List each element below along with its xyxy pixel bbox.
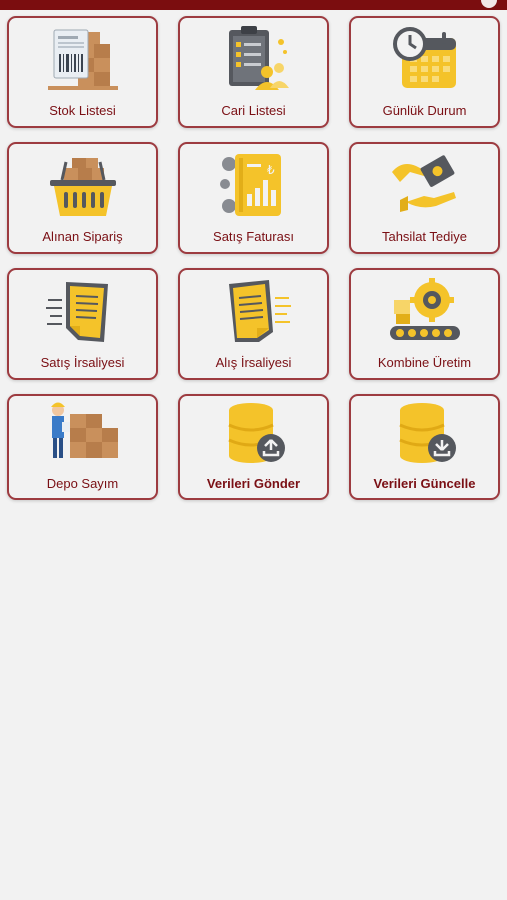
warehouse-worker-icon bbox=[50, 402, 118, 458]
menu-tile-alis-irsaliyesi[interactable]: Alış İrsaliyesi bbox=[178, 268, 329, 380]
dispatch-document-icon bbox=[45, 282, 108, 342]
warehouse-stock-icon bbox=[47, 29, 118, 90]
menu-tile-tahsilat-tediye[interactable]: Tahsilat Tediye bbox=[349, 142, 500, 254]
database-download-icon bbox=[398, 403, 456, 463]
menu-tile-cari-listesi[interactable]: Cari Listesi bbox=[178, 16, 329, 128]
menu-tile-label: Verileri Güncelle bbox=[373, 476, 476, 491]
top-bar bbox=[0, 0, 507, 10]
menu-tile-satis-faturasi[interactable]: ₺ Satış Faturası bbox=[178, 142, 329, 254]
invoice-chart-icon: ₺ bbox=[219, 154, 281, 216]
menu-tile-label: Satış İrsaliyesi bbox=[40, 355, 125, 370]
calendar-clock-icon bbox=[392, 27, 456, 88]
menu-tile-gunluk-durum[interactable]: Günlük Durum bbox=[349, 16, 500, 128]
menu-tile-depo-sayim[interactable]: Depo Sayım bbox=[7, 394, 158, 500]
menu-tile-label: Tahsilat Tediye bbox=[381, 229, 468, 244]
svg-text:₺: ₺ bbox=[267, 163, 275, 177]
menu-tile-label: Alınan Sipariş bbox=[42, 229, 123, 244]
menu-grid: Stok Listesi Cari Listesi Günlük Durum A… bbox=[7, 16, 500, 500]
menu-tile-label: Günlük Durum bbox=[382, 103, 467, 118]
hand-payment-icon bbox=[391, 155, 456, 212]
purchase-document-icon bbox=[228, 280, 291, 342]
menu-tile-label: Kombine Üretim bbox=[377, 355, 472, 370]
menu-tile-label: Satış Faturası bbox=[213, 229, 294, 244]
menu-tile-stok-listesi[interactable]: Stok Listesi bbox=[7, 16, 158, 128]
customer-clipboard-icon bbox=[228, 26, 289, 90]
shopping-basket-icon bbox=[49, 158, 116, 216]
menu-tile-label: Alış İrsaliyesi bbox=[215, 355, 292, 370]
status-icon bbox=[481, 0, 497, 8]
menu-tile-label: Cari Listesi bbox=[221, 103, 286, 118]
menu-tile-verileri-guncelle[interactable]: Verileri Güncelle bbox=[349, 394, 500, 500]
menu-tile-kombine-uretim[interactable]: Kombine Üretim bbox=[349, 268, 500, 380]
menu-tile-label: Verileri Gönder bbox=[206, 476, 301, 491]
database-upload-icon bbox=[227, 403, 285, 463]
menu-tile-verileri-gonder[interactable]: Verileri Gönder bbox=[178, 394, 329, 500]
menu-tile-label: Depo Sayım bbox=[46, 476, 119, 491]
production-gear-icon bbox=[389, 278, 460, 340]
menu-tile-satis-irsaliyesi[interactable]: Satış İrsaliyesi bbox=[7, 268, 158, 380]
menu-tile-alinan-siparis[interactable]: Alınan Sipariş bbox=[7, 142, 158, 254]
menu-tile-label: Stok Listesi bbox=[49, 103, 116, 118]
